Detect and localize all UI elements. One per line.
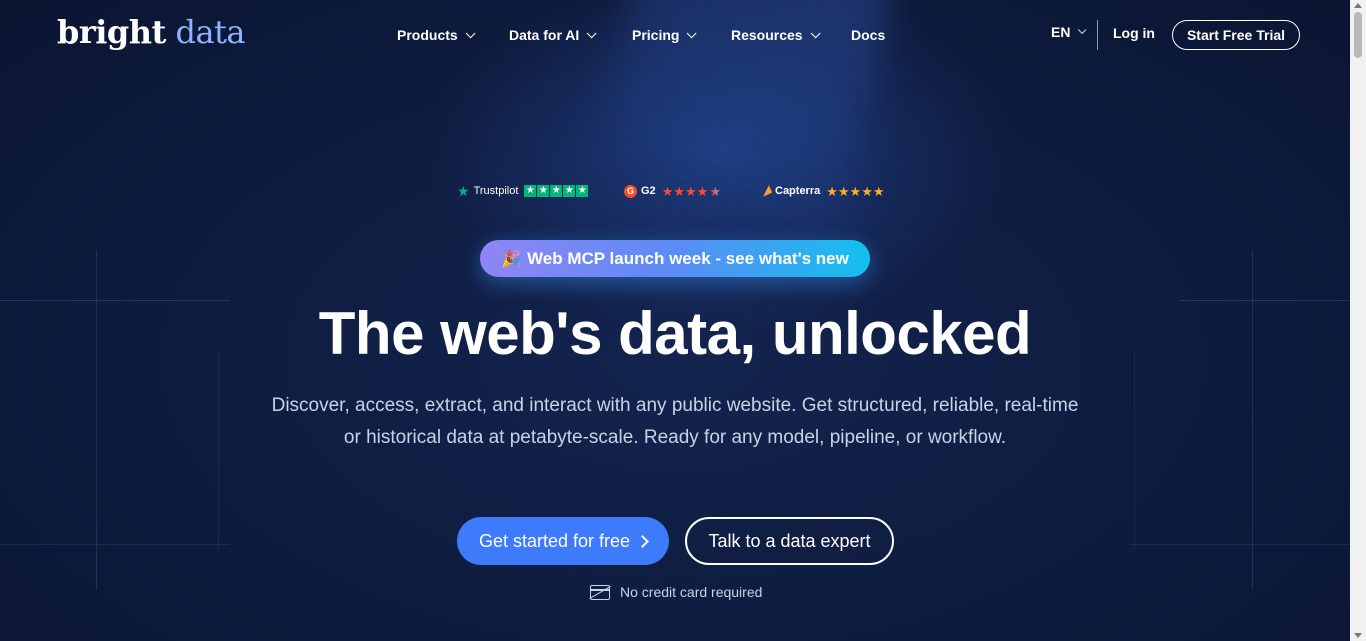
g2-stars: ★★★★ ★ bbox=[661, 183, 721, 199]
get-started-button[interactable]: Get started for free bbox=[457, 517, 669, 565]
no-credit-card-label: No credit card required bbox=[620, 584, 763, 600]
capterra-logo-icon bbox=[759, 185, 773, 197]
g2-rating[interactable]: G G2 ★★★★ ★ bbox=[624, 182, 721, 200]
hero-subtitle: Discover, access, extract, and interact … bbox=[260, 390, 1090, 454]
party-popper-icon: 🎉 bbox=[501, 250, 522, 268]
trustpilot-star-icon: ★ bbox=[457, 182, 470, 199]
nav-resources[interactable]: Resources bbox=[731, 24, 851, 46]
chevron-right-icon bbox=[636, 534, 649, 548]
get-started-label: Get started for free bbox=[478, 530, 631, 551]
chevron-down-icon bbox=[586, 27, 597, 38]
review-ratings: ★ Trustpilot ★ ★ ★ ★ ★ G G2 ★★★★ ★ Capterra ★… bbox=[0, 182, 1350, 200]
start-free-trial-button[interactable]: Start Free Trial bbox=[1172, 20, 1300, 50]
nav-docs[interactable]: Docs bbox=[851, 24, 885, 46]
login-link[interactable]: Log in bbox=[1113, 25, 1155, 41]
site-header: bright data Products Data for AI Pricing… bbox=[0, 0, 1350, 70]
language-label: EN bbox=[1051, 24, 1071, 40]
chevron-down-icon bbox=[810, 27, 821, 38]
capterra-rating[interactable]: Capterra ★★★★★ bbox=[759, 182, 885, 200]
nav-docs-label: Docs bbox=[851, 27, 886, 43]
g2-label: G2 bbox=[641, 185, 656, 197]
g2-logo-icon: G bbox=[624, 184, 637, 198]
nav-products[interactable]: Products bbox=[397, 24, 509, 46]
hero-subtitle-line2: or historical data at petabyte-scale. Re… bbox=[343, 427, 1007, 448]
capterra-stars: ★★★★★ bbox=[826, 183, 885, 199]
nav-pricing-label: Pricing bbox=[632, 27, 680, 43]
language-selector[interactable]: EN bbox=[1051, 24, 1087, 40]
nav-data-for-ai-label: Data for AI bbox=[509, 27, 580, 43]
logo-word-bright: bright bbox=[57, 13, 166, 51]
hero-subtitle-line1: Discover, access, extract, and interact … bbox=[271, 395, 1079, 416]
trustpilot-stars: ★ ★ ★ ★ ★ bbox=[524, 185, 589, 197]
header-divider bbox=[1097, 20, 1098, 50]
page-scrollbar[interactable] bbox=[1350, 0, 1366, 641]
announcement-label: Web MCP launch week - see what's new bbox=[527, 248, 849, 268]
nav-pricing[interactable]: Pricing bbox=[632, 24, 731, 46]
nav-products-label: Products bbox=[397, 27, 458, 43]
trustpilot-label: Trustpilot bbox=[473, 185, 519, 197]
main-nav: Products Data for AI Pricing Resources D… bbox=[397, 24, 885, 46]
chevron-down-icon bbox=[1078, 25, 1087, 35]
nav-resources-label: Resources bbox=[731, 27, 803, 43]
hero-headline: The web's data, unlocked bbox=[318, 300, 1032, 367]
scroll-up-arrow-icon[interactable] bbox=[1354, 3, 1362, 8]
chevron-down-icon bbox=[465, 27, 476, 38]
no-credit-card-icon bbox=[590, 584, 610, 600]
bright-data-logo[interactable]: bright data bbox=[57, 12, 245, 52]
no-credit-card-note: No credit card required bbox=[590, 584, 762, 600]
chevron-down-icon bbox=[687, 27, 698, 38]
talk-to-expert-button[interactable]: Talk to a data expert bbox=[685, 517, 894, 565]
nav-data-for-ai[interactable]: Data for AI bbox=[509, 24, 632, 46]
scroll-down-arrow-icon[interactable] bbox=[1354, 633, 1362, 638]
logo-word-data: data bbox=[175, 13, 245, 51]
announcement-pill[interactable]: 🎉 Web MCP launch week - see what's new bbox=[480, 240, 870, 277]
capterra-label: Capterra bbox=[775, 185, 821, 197]
trustpilot-rating[interactable]: ★ Trustpilot ★ ★ ★ ★ ★ bbox=[457, 182, 589, 200]
scrollbar-thumb[interactable] bbox=[1354, 12, 1362, 58]
